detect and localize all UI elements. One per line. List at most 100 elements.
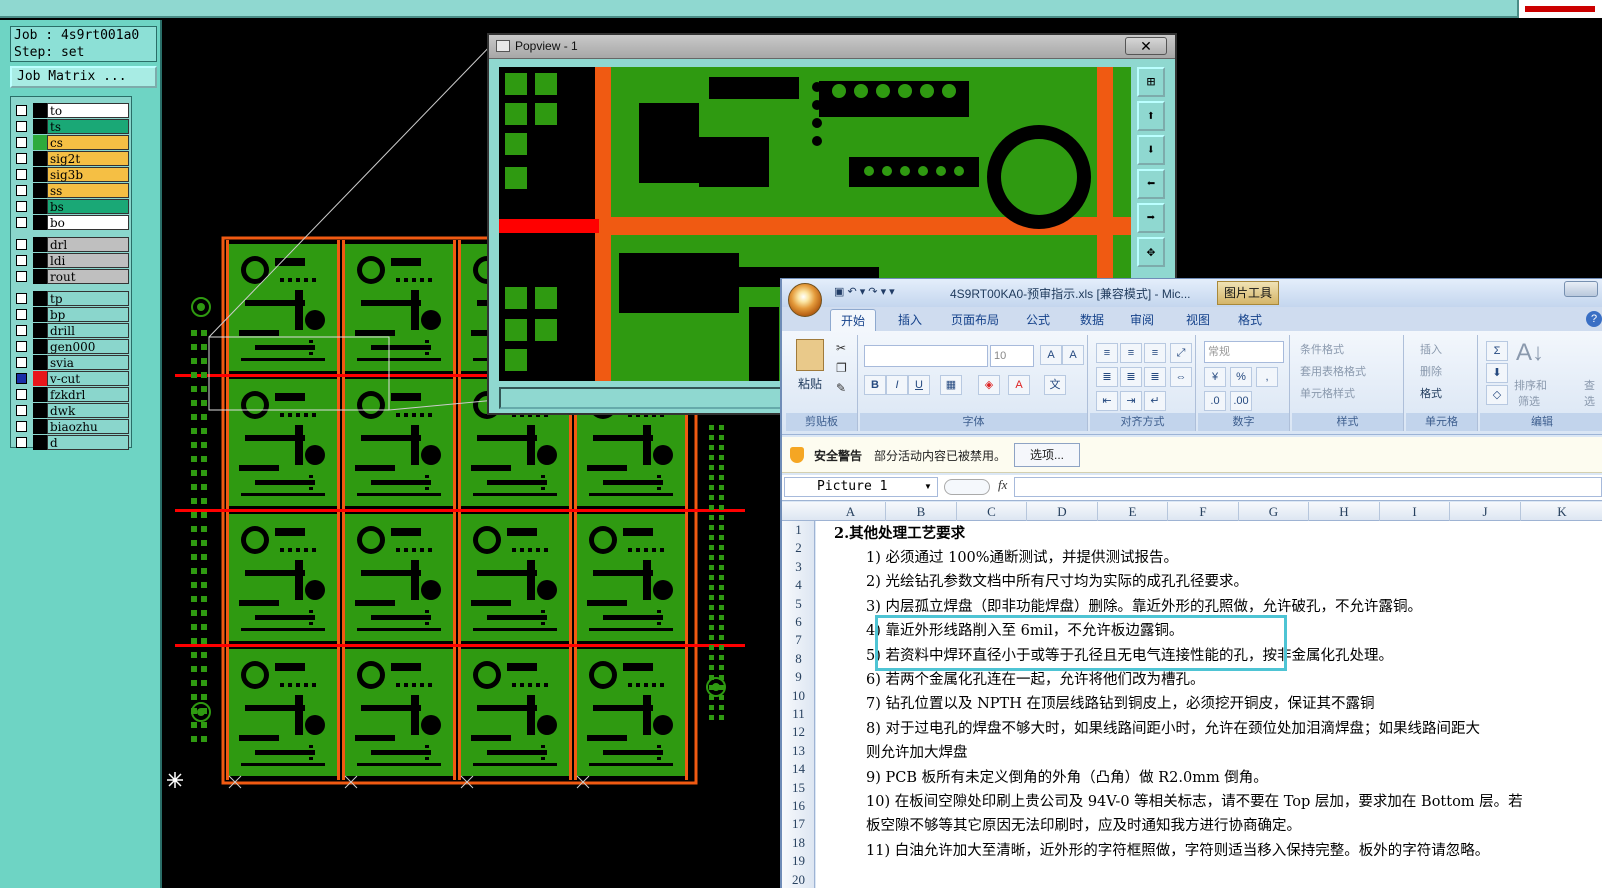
layer-name[interactable]: d bbox=[47, 435, 129, 450]
row-header[interactable]: 4 bbox=[782, 576, 815, 594]
shrink-font-icon[interactable]: A bbox=[1062, 345, 1084, 365]
increase-indent-icon[interactable]: ⇥ bbox=[1120, 391, 1142, 411]
tab-6[interactable]: 视图 bbox=[1178, 309, 1218, 331]
paste-icon[interactable] bbox=[796, 339, 824, 371]
layer-name[interactable]: to bbox=[47, 103, 129, 118]
layer-checkbox[interactable] bbox=[16, 239, 27, 250]
layer-row-bp[interactable]: bp bbox=[11, 307, 133, 322]
fill-icon[interactable]: ⬇ bbox=[1486, 363, 1508, 383]
layer-row-svia[interactable]: svia bbox=[11, 355, 133, 370]
layer-color-swatch[interactable] bbox=[33, 323, 47, 338]
orientation-icon[interactable]: ⤢ bbox=[1170, 343, 1192, 363]
paste-label[interactable]: 粘贴 bbox=[798, 375, 822, 392]
row-header[interactable]: 15 bbox=[782, 779, 815, 797]
tab-2[interactable]: 页面布局 bbox=[942, 309, 1008, 331]
row-header[interactable]: 9 bbox=[782, 668, 815, 686]
layer-name[interactable]: ldi bbox=[47, 253, 129, 268]
format-cells-button[interactable]: 格式 bbox=[1420, 385, 1442, 401]
align-left-icon[interactable]: ≣ bbox=[1096, 367, 1118, 387]
column-header[interactable]: J bbox=[1450, 502, 1521, 521]
minimize-button[interactable] bbox=[1564, 281, 1598, 297]
layer-color-swatch[interactable] bbox=[33, 371, 47, 386]
cell-style-button[interactable]: 单元格样式 bbox=[1300, 385, 1355, 401]
find-button[interactable]: 查 bbox=[1584, 377, 1595, 393]
popview-titlebar[interactable]: Popview - 1 ✕ bbox=[489, 35, 1175, 59]
job-matrix-button[interactable]: Job Matrix ... bbox=[10, 66, 157, 88]
italic-button[interactable]: I bbox=[886, 375, 908, 395]
grow-font-icon[interactable]: A bbox=[1040, 345, 1062, 365]
row-header[interactable]: 11 bbox=[782, 705, 815, 723]
row-header[interactable]: 3 bbox=[782, 558, 815, 576]
layer-color-swatch[interactable] bbox=[33, 183, 47, 198]
pan-up-icon[interactable]: ⬆ bbox=[1137, 101, 1165, 131]
layer-name[interactable]: ts bbox=[47, 119, 129, 134]
currency-icon[interactable]: ¥ bbox=[1204, 367, 1226, 387]
tab-0[interactable]: 开始 bbox=[830, 309, 876, 331]
tab-4[interactable]: 数据 bbox=[1072, 309, 1112, 331]
align-bottom-icon[interactable]: ≡ bbox=[1144, 343, 1166, 363]
row-header[interactable]: 8 bbox=[782, 650, 815, 668]
decrease-decimal-icon[interactable]: .00 bbox=[1230, 391, 1252, 411]
layer-name[interactable]: drl bbox=[47, 237, 129, 252]
number-format-field[interactable]: 常规 bbox=[1204, 341, 1284, 363]
font-size-field[interactable]: 10 bbox=[990, 345, 1034, 367]
picture-1-highlight-box[interactable] bbox=[875, 615, 1287, 671]
layer-checkbox[interactable] bbox=[16, 325, 27, 336]
fx-icon[interactable]: fx bbox=[998, 477, 1007, 493]
align-center-icon[interactable]: ≣ bbox=[1120, 367, 1142, 387]
insert-cells-button[interactable]: 插入 bbox=[1420, 341, 1442, 357]
layer-row-bs[interactable]: bs bbox=[11, 199, 133, 214]
layer-checkbox[interactable] bbox=[16, 255, 27, 266]
layer-checkbox[interactable] bbox=[16, 153, 27, 164]
row-header[interactable]: 19 bbox=[782, 852, 815, 870]
office-button-icon[interactable] bbox=[788, 283, 822, 317]
layer-row-d[interactable]: d bbox=[11, 435, 133, 450]
layer-name[interactable]: sig3b bbox=[47, 167, 129, 182]
layer-checkbox[interactable] bbox=[16, 105, 27, 116]
close-button[interactable]: ✕ bbox=[1125, 37, 1167, 55]
layer-name[interactable]: bo bbox=[47, 215, 129, 230]
row-header[interactable]: 5 bbox=[782, 595, 815, 613]
copy-icon[interactable]: ❐ bbox=[836, 361, 847, 375]
layer-name[interactable]: drill bbox=[47, 323, 129, 338]
tab-7[interactable]: 格式 bbox=[1230, 309, 1270, 331]
column-header[interactable]: E bbox=[1098, 502, 1168, 521]
tab-5[interactable]: 审阅 bbox=[1122, 309, 1162, 331]
column-header[interactable]: F bbox=[1168, 502, 1239, 521]
align-middle-icon[interactable]: ≡ bbox=[1120, 343, 1142, 363]
layer-color-swatch[interactable] bbox=[33, 215, 47, 230]
layer-row-biaozhu[interactable]: biaozhu bbox=[11, 419, 133, 434]
layer-name[interactable]: cs bbox=[47, 135, 129, 150]
layer-checkbox[interactable] bbox=[16, 169, 27, 180]
decrease-indent-icon[interactable]: ⇤ bbox=[1096, 391, 1118, 411]
layer-row-cs[interactable]: cs bbox=[11, 135, 133, 150]
layer-row-bo[interactable]: bo bbox=[11, 215, 133, 230]
layer-checkbox[interactable] bbox=[16, 137, 27, 148]
layer-color-swatch[interactable] bbox=[33, 307, 47, 322]
layer-name[interactable]: fzkdrl bbox=[47, 387, 129, 402]
layer-name[interactable]: bp bbox=[47, 307, 129, 322]
align-right-icon[interactable]: ≣ bbox=[1144, 367, 1166, 387]
underline-button[interactable]: U bbox=[908, 375, 930, 395]
layer-color-swatch[interactable] bbox=[33, 103, 47, 118]
column-header[interactable]: B bbox=[886, 502, 957, 521]
layer-row-rout[interactable]: rout bbox=[11, 269, 133, 284]
layer-checkbox[interactable] bbox=[16, 405, 27, 416]
column-header[interactable]: I bbox=[1380, 502, 1450, 521]
worksheet-grid[interactable]: 2.其他处理工艺要求 1) 必须通过 100%通断测试，并提供测试报告。 2) 光… bbox=[816, 521, 1602, 888]
layer-color-swatch[interactable] bbox=[33, 253, 47, 268]
wrap-text-icon[interactable]: ↵ bbox=[1144, 391, 1166, 411]
layer-color-swatch[interactable] bbox=[33, 435, 47, 450]
layer-checkbox[interactable] bbox=[16, 373, 27, 384]
row-header[interactable]: 6 bbox=[782, 613, 815, 631]
layer-row-sig3b[interactable]: sig3b bbox=[11, 167, 133, 182]
layer-row-v-cut[interactable]: v-cut bbox=[11, 371, 133, 386]
layer-checkbox[interactable] bbox=[16, 357, 27, 368]
layer-name[interactable]: dwk bbox=[47, 403, 129, 418]
delete-cells-button[interactable]: 删除 bbox=[1420, 363, 1442, 379]
layer-checkbox[interactable] bbox=[16, 201, 27, 212]
layer-row-ldi[interactable]: ldi bbox=[11, 253, 133, 268]
clear-icon[interactable]: ◇ bbox=[1486, 385, 1508, 405]
percent-icon[interactable]: % bbox=[1230, 367, 1252, 387]
picture-tools-tab[interactable]: 图片工具 bbox=[1217, 281, 1279, 305]
